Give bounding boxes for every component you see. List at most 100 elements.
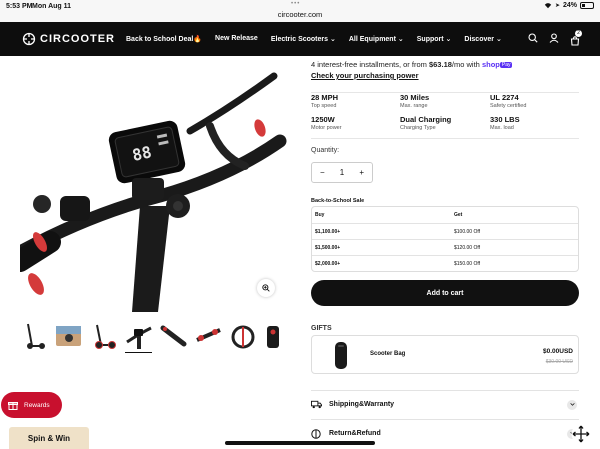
location-icon: ➤ <box>554 3 560 9</box>
move-arrows-icon[interactable] <box>571 424 591 444</box>
scooter-handlebar-illustration: 88 <box>9 72 287 312</box>
divider <box>311 138 579 139</box>
quantity-label: Quantity: <box>311 147 340 154</box>
home-indicator[interactable] <box>225 441 375 445</box>
multitask-dots-icon[interactable]: ••• <box>291 1 300 7</box>
sale-table-header: Buy Get <box>312 207 578 223</box>
spec-max-load: 330 LBS Max. load <box>490 115 580 131</box>
spec-label: Max. load <box>490 125 514 131</box>
spec-motor-power: 1250W Motor power <box>311 115 401 131</box>
nav-item-electric-scooters[interactable]: Electric Scooters ⌄ <box>271 35 336 43</box>
wifi-icon <box>544 3 552 9</box>
return-icon <box>311 428 325 439</box>
spec-value: UL 2274 <box>490 93 519 102</box>
check-purchasing-power-link[interactable]: Check your purchasing power <box>311 71 579 80</box>
spec-value: 30 Miles <box>400 93 430 102</box>
thumbnail-5[interactable] <box>160 320 187 351</box>
table-cell: $1,500.00+ <box>315 244 341 251</box>
quantity-value[interactable]: 1 <box>340 168 344 177</box>
thumbnail-6[interactable] <box>195 320 222 351</box>
nav-item-label: All Equipment <box>348 36 396 43</box>
account-icon[interactable] <box>549 33 559 43</box>
header-buy: Buy <box>315 212 325 218</box>
logo-mark-icon <box>22 32 36 46</box>
search-icon[interactable] <box>528 33 538 43</box>
quantity-increase-button[interactable]: + <box>359 168 364 177</box>
spin-and-win-button[interactable]: Spin & Win <box>9 427 89 449</box>
status-time: 5:53 PM <box>6 3 33 10</box>
nav-icons: 2 <box>528 30 582 51</box>
table-row: $1,500.00+ $120.00 Off <box>312 239 578 255</box>
thumbnail-8[interactable] <box>265 320 292 351</box>
rewards-label: Rewards <box>24 401 50 409</box>
table-cell: $1,100.00+ <box>315 228 341 235</box>
nav-item-new-release[interactable]: New Release <box>215 35 258 43</box>
installments-prefix: 4 interest-free installments, or from <box>311 60 429 69</box>
spec-value: 28 MPH <box>311 93 339 102</box>
add-to-cart-button[interactable]: Add to cart <box>311 280 579 306</box>
thumbnail-4-active[interactable] <box>125 320 152 353</box>
spec-label: Top speed <box>311 103 337 109</box>
accordion-shipping-warranty[interactable]: Shipping&Warranty <box>311 390 579 418</box>
status-bar: 5:53 PM Mon Aug 11 ••• circooter.com ➤ 2… <box>0 0 600 22</box>
thumbnail-2[interactable] <box>55 320 82 351</box>
nav-item-label: Electric Scooters <box>270 36 329 43</box>
nav-item-back-to-school[interactable]: Back to School Deal🔥 <box>126 35 202 43</box>
chevron-down-icon: ⌄ <box>495 36 502 43</box>
installment-amount: $63.18 <box>428 60 452 69</box>
gift-icon <box>8 402 18 410</box>
zoom-in-icon <box>262 284 270 292</box>
spec-value: Dual Charging <box>400 115 452 124</box>
zoom-button[interactable] <box>257 279 275 297</box>
spec-label: Motor power <box>311 125 342 131</box>
nav-item-support[interactable]: Support ⌄ <box>417 35 452 43</box>
thumbnail-7[interactable] <box>230 320 257 351</box>
table-cell: $100.00 Off <box>454 228 481 235</box>
nav-item-discover[interactable]: Discover ⌄ <box>464 35 501 43</box>
spec-value: 1250W <box>311 115 335 124</box>
quantity-stepper: − 1 + <box>311 162 373 183</box>
gift-card: Scooter Bag $0.00USD $30.00 USD <box>311 335 579 374</box>
truck-icon <box>311 400 325 409</box>
gift-compare-price: $30.00 USD <box>545 359 573 365</box>
nav-item-all-equipment[interactable]: All Equipment ⌄ <box>349 35 404 43</box>
cart-count: 2 <box>575 30 582 37</box>
address-bar-url[interactable]: circooter.com <box>0 10 600 19</box>
cart-button[interactable]: 2 <box>570 30 582 51</box>
table-cell: $150.00 Off <box>454 260 481 267</box>
thumbnail-strip <box>20 320 292 353</box>
spec-max-range: 30 Miles Max. range <box>400 93 490 109</box>
installments-suffix: /mo with <box>451 60 482 69</box>
gift-name: Scooter Bag <box>370 351 406 357</box>
spec-label: Safety certified <box>490 103 527 109</box>
spec-value: 330 LBS <box>490 115 520 124</box>
logo-text: CIRCOOTER <box>40 33 115 45</box>
rewards-button[interactable]: Rewards <box>1 392 62 418</box>
gifts-label: GIFTS <box>311 325 332 332</box>
product-info: 4 interest-free installments, or from $6… <box>311 60 579 439</box>
nav-item-label: Discover <box>464 36 494 43</box>
shop-pay-badge: Pay <box>499 62 513 68</box>
cart-icon <box>570 36 580 46</box>
accordion-label: Shipping&Warranty <box>329 401 395 408</box>
chevron-down-icon: ⌄ <box>445 36 452 43</box>
logo[interactable]: CIRCOOTER <box>22 32 115 46</box>
product-main-image[interactable]: 88 <box>9 56 290 312</box>
nav-item-label: Support <box>416 36 444 43</box>
accordion-label: Return&Refund <box>329 430 381 437</box>
thumbnail-1[interactable] <box>20 320 47 351</box>
spec-charging-type: Dual Charging Charging Type <box>400 115 490 131</box>
chevron-down-icon: ⌄ <box>329 36 336 43</box>
scooter-bag-image <box>335 342 347 369</box>
thumbnail-3[interactable] <box>90 320 117 351</box>
svg-text:88: 88 <box>130 142 153 165</box>
status-indicators: ➤ 24% <box>544 2 594 9</box>
status-date: Mon Aug 11 <box>32 3 72 10</box>
nav-menu: Back to School Deal🔥 New Release Electri… <box>126 35 502 43</box>
quantity-decrease-button[interactable]: − <box>320 168 325 177</box>
table-cell: $2,000.00+ <box>315 260 341 267</box>
header-get: Get <box>454 212 463 218</box>
spec-top-speed: 28 MPH Top speed <box>311 93 401 109</box>
installments-text: 4 interest-free installments, or from $6… <box>311 60 579 69</box>
spec-label: Max. range <box>400 103 428 109</box>
